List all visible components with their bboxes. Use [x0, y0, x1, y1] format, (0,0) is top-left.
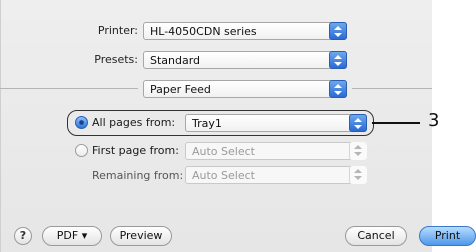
- panel-value: Paper Feed: [150, 83, 211, 96]
- all-pages-source-popup[interactable]: Tray1: [185, 114, 367, 132]
- first-page-popup-arrows-icon: [349, 142, 367, 160]
- first-page-radio[interactable]: [75, 144, 88, 157]
- help-button[interactable]: ?: [14, 227, 32, 245]
- preview-button[interactable]: Preview: [110, 226, 172, 246]
- first-page-source-value: Auto Select: [192, 145, 255, 158]
- cancel-button[interactable]: Cancel: [345, 226, 407, 246]
- all-pages-source-value: Tray1: [192, 117, 222, 130]
- remaining-popup-arrows-icon: [349, 166, 367, 184]
- remaining-source-value: Auto Select: [192, 169, 255, 182]
- print-dialog-page: Printer: HL-4050CDN series Presets: Stan…: [0, 0, 476, 252]
- printer-label: Printer:: [97, 24, 138, 37]
- first-page-source-popup[interactable]: Auto Select: [185, 142, 367, 160]
- printer-value: HL-4050CDN series: [150, 25, 257, 38]
- callout-leader-line: [372, 122, 420, 124]
- print-button[interactable]: Print: [419, 226, 476, 246]
- presets-popup-arrows-icon: [329, 51, 347, 69]
- remaining-source-popup[interactable]: Auto Select: [185, 166, 367, 184]
- panel-separator-right: [352, 88, 432, 89]
- presets-label: Presets:: [94, 53, 138, 66]
- panel-separator-left: [0, 88, 138, 89]
- presets-value: Standard: [150, 54, 201, 67]
- all-pages-popup-arrows-icon: [349, 114, 367, 132]
- all-pages-label: All pages from:: [92, 116, 176, 129]
- printer-popup-arrows-icon: [329, 22, 347, 40]
- panel-popup-arrows-icon: [329, 80, 347, 98]
- dialog-left-edge: [0, 0, 1, 252]
- callout-number: 3: [428, 110, 440, 131]
- panel-popup[interactable]: Paper Feed: [143, 80, 347, 98]
- remaining-label: Remaining from:: [92, 169, 184, 182]
- all-pages-radio[interactable]: [75, 116, 88, 129]
- presets-popup[interactable]: Standard: [143, 51, 347, 69]
- print-dialog: Printer: HL-4050CDN series Presets: Stan…: [0, 0, 432, 252]
- pdf-menu-button[interactable]: PDF ▾: [42, 226, 102, 246]
- first-page-label: First page from:: [92, 144, 179, 157]
- printer-popup[interactable]: HL-4050CDN series: [143, 22, 347, 40]
